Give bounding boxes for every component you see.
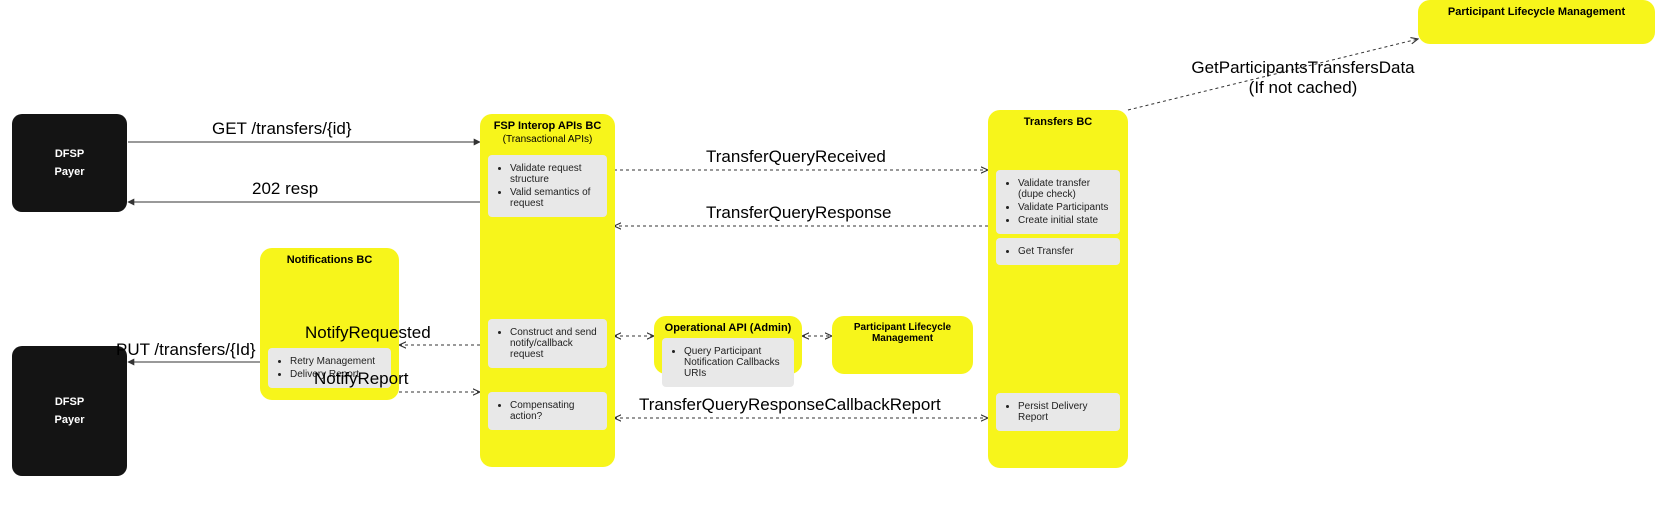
list-item: Compensating action? [510, 400, 599, 422]
edge-label-get-transfers: GET /transfers/{id} [212, 119, 352, 139]
dfsp-sublabel: Payer [55, 414, 85, 426]
edge-label-put-transfers: PUT /transfers/{Id} [116, 340, 256, 360]
list-item: Valid semantics of request [510, 187, 599, 209]
list-item: Validate Participants [1018, 202, 1112, 213]
edge-label-tq-cb-report: TransferQueryResponseCallbackReport [639, 395, 941, 415]
list-item: Get Transfer [1018, 246, 1112, 257]
node-title: Participant Lifecycle Management [832, 316, 973, 346]
fsp-box-construct: Construct and send notify/callback reque… [488, 319, 607, 368]
transfers-box-get: Get Transfer [996, 238, 1120, 265]
dfsp-label: DFSP [55, 396, 84, 408]
dfsp-sublabel: Payer [55, 166, 85, 178]
edge-label-tq-received: TransferQueryReceived [706, 147, 886, 167]
fsp-box-validate: Validate request structure Valid semanti… [488, 155, 607, 217]
dfsp-label: DFSP [55, 148, 84, 160]
edge-label-gp-line2: (If not cached) [1168, 78, 1438, 98]
fsp-interop-node: FSP Interop APIs BC (Transactional APIs)… [480, 114, 615, 467]
dfsp-payer-node-bottom: DFSP Payer [12, 346, 127, 476]
node-title: Notifications BC [260, 248, 399, 268]
list-item: Validate request structure [510, 163, 599, 185]
list-item: Persist Delivery Report [1018, 401, 1112, 423]
node-title: Transfers BC [988, 110, 1128, 130]
fsp-box-compensating: Compensating action? [488, 392, 607, 430]
list-item: Retry Management [290, 356, 383, 367]
node-title: FSP Interop APIs BC [480, 114, 615, 134]
list-item: Validate transfer (dupe check) [1018, 178, 1112, 200]
list-item: Create initial state [1018, 215, 1112, 226]
node-title: Operational API (Admin) [654, 316, 802, 336]
edge-label-notify-report: NotifyReport [314, 369, 408, 389]
dfsp-payer-node-top: DFSP Payer [12, 114, 127, 212]
transfers-box-persist: Persist Delivery Report [996, 393, 1120, 431]
edge-label-gp-line1: GetParticipantsTransfersData [1168, 58, 1438, 78]
plm-top-node: Participant Lifecycle Management [1418, 0, 1655, 44]
edge-label-notify-requested: NotifyRequested [305, 323, 431, 343]
edge-label-tq-response: TransferQueryResponse [706, 203, 892, 223]
transfers-box-validate: Validate transfer (dupe check) Validate … [996, 170, 1120, 234]
list-item: Construct and send notify/callback reque… [510, 327, 599, 360]
transfers-bc-node: Transfers BC Validate transfer (dupe che… [988, 110, 1128, 468]
list-item: Query Participant Notification Callbacks… [684, 346, 786, 379]
node-subtitle: (Transactional APIs) [480, 134, 615, 151]
edge-label-202-resp: 202 resp [252, 179, 318, 199]
node-title: Participant Lifecycle Management [1418, 0, 1655, 20]
opapi-box: Query Participant Notification Callbacks… [662, 338, 794, 387]
plm-mid-node: Participant Lifecycle Management [832, 316, 973, 374]
operational-api-node: Operational API (Admin) Query Participan… [654, 316, 802, 374]
edge-label-gp-transfers: GetParticipantsTransfersData (If not cac… [1168, 58, 1438, 98]
